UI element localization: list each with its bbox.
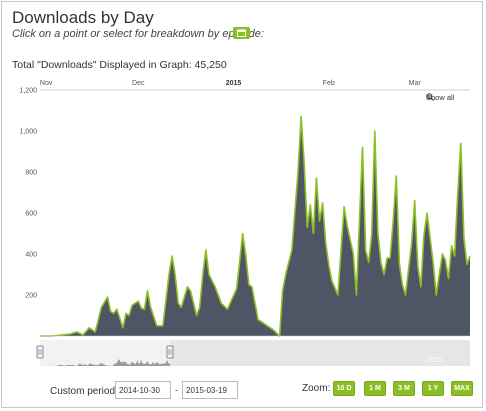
navigator-right-handle[interactable] [166,345,174,359]
y-tick-label: 1,000 [19,129,37,136]
x-tick-label: Feb [323,80,335,87]
y-tick-label: 600 [25,211,37,218]
zoom-out-icon [426,93,434,101]
period-start-input[interactable] [115,381,171,399]
y-tick-label: 400 [25,252,37,259]
y-tick-label: 1,200 [19,88,37,95]
zoom-max-button[interactable]: MAX [451,381,473,396]
period-end-input[interactable] [182,381,238,399]
widget-title: Downloads by Day [12,8,154,27]
episode-breakdown-button[interactable] [233,27,250,39]
downloads-chart[interactable]: Nov Dec 2015 Feb Mar 200 400 600 800 1,000 1,200 20… [2,72,486,372]
y-tick-label: 200 [25,293,37,300]
period-separator: - [175,385,178,395]
x-tick-label: 2015 [226,80,242,87]
y-tick-label: 800 [25,170,37,177]
custom-period-label: Custom period: [50,386,118,397]
x-tick-label: Mar [409,80,422,87]
zoom-1m-button[interactable]: 1 M [364,381,386,396]
navigator-left-handle[interactable] [36,345,44,359]
zoom-1y-button[interactable]: 1 Y [422,381,444,396]
zoom-label: Zoom: [302,383,331,394]
x-tick-label: Dec [132,80,145,87]
zoom-3m-button[interactable]: 3 M [393,381,415,396]
show-all-button[interactable]: Show all [426,93,454,102]
zoom-10d-button[interactable]: 10 D [333,381,355,396]
x-tick-label: Nov [40,80,53,87]
total-downloads-text: Total "Downloads" Displayed in Graph: 45… [12,59,227,71]
widget-frame: Downloads by Day Click on a point or sel… [1,1,483,408]
widget-subtitle: Click on a point or select for breakdown… [12,28,264,40]
navigator-year-label: 2015 [426,357,442,364]
chart-svg[interactable]: Nov Dec 2015 Feb Mar 200 400 600 800 1,000 1,200 20… [2,72,486,372]
calendar-icon [237,29,246,37]
navigator-selection [40,340,170,366]
